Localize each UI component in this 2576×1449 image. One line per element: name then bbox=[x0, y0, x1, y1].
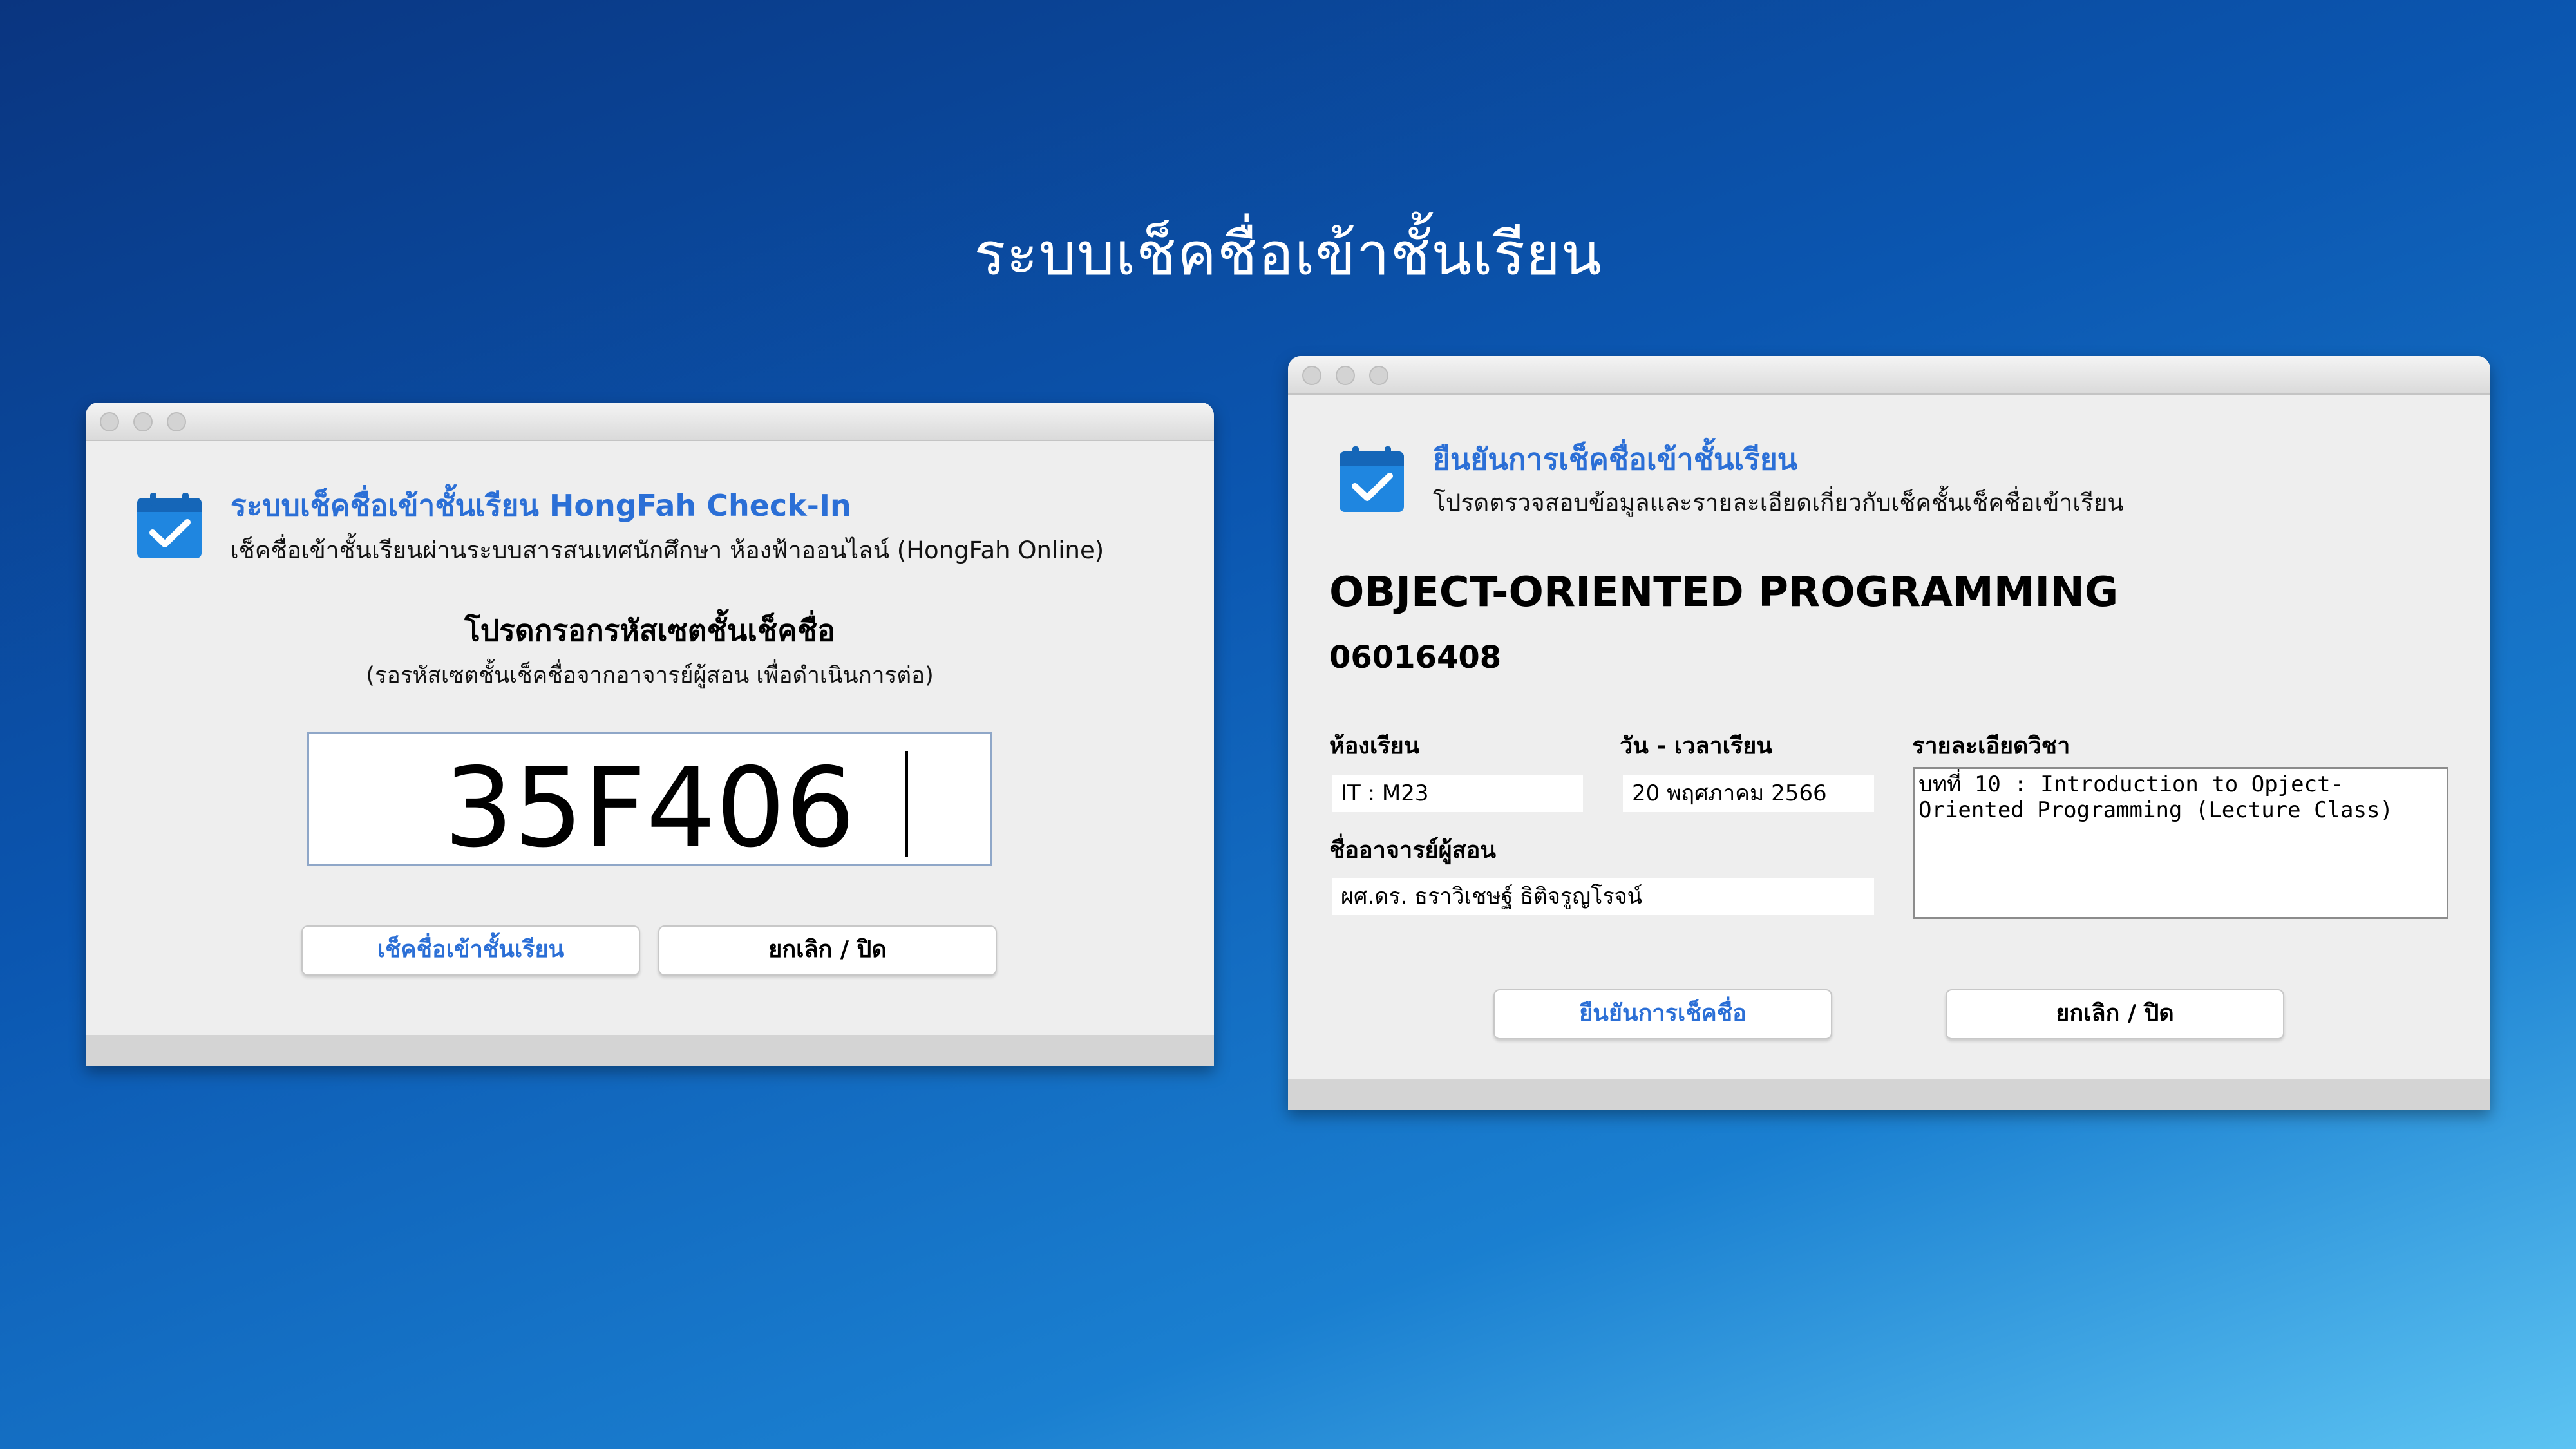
calendar-check-icon bbox=[1340, 446, 1404, 512]
details-label: รายละเอียดวิชา bbox=[1912, 733, 2070, 759]
checkin-button[interactable]: เช็คชื่อเข้าชั้นเรียน bbox=[301, 925, 640, 976]
datetime-label: วัน - เวลาเรียน bbox=[1620, 733, 1772, 759]
text-caret bbox=[905, 751, 908, 857]
code-prompt-note: (รอรหัสเซตชั้นเช็คชื่อจากอาจารย์ผู้สอน เ… bbox=[366, 663, 934, 688]
datetime-field: 20 พฤศภาคม 2566 bbox=[1623, 775, 1874, 812]
room-field: IT : M23 bbox=[1332, 775, 1583, 812]
minimize-window-button[interactable] bbox=[133, 412, 153, 431]
minimize-window-button[interactable] bbox=[1336, 366, 1355, 385]
window-header-title: ยืนยันการเช็คชื่อเข้าชั้นเรียน bbox=[1433, 442, 1798, 477]
instructor-label: ชื่ออาจารย์ผู้สอน bbox=[1329, 837, 1496, 864]
window-header-subtitle: โปรดตรวจสอบข้อมูลและรายละเอียดเกี่ยวกับเ… bbox=[1433, 489, 2124, 516]
confirm-window: ยืนยันการเช็คชื่อเข้าชั้นเรียน โปรดตรวจส… bbox=[1288, 356, 2490, 1110]
close-window-button[interactable] bbox=[1302, 366, 1321, 385]
course-details-textarea[interactable]: บทที่ 10 : Introduction to Opject-Orient… bbox=[1913, 767, 2448, 919]
checkin-window: ระบบเช็คชื่อเข้าชั้นเรียน HongFah Check-… bbox=[86, 402, 1214, 1066]
course-name: OBJECT-ORIENTED PROGRAMMING bbox=[1329, 569, 2119, 616]
maximize-window-button[interactable] bbox=[167, 412, 186, 431]
slide-title: ระบบเช็คชื่อเข้าชั้นเรียน bbox=[974, 220, 1602, 289]
code-prompt: โปรดกรอกรหัสเซตชั้นเช็คชื่อ bbox=[464, 613, 835, 648]
room-label: ห้องเรียน bbox=[1329, 733, 1420, 759]
cancel-close-button[interactable]: ยกเลิก / ปิด bbox=[658, 925, 997, 976]
instructor-field: ผศ.ดร. ธราวิเชษฐ์ ธิติจรูญโรจน์ bbox=[1332, 878, 1874, 915]
window-titlebar[interactable] bbox=[1288, 356, 2490, 395]
course-code: 06016408 bbox=[1329, 639, 1502, 676]
window-header-title: ระบบเช็คชื่อเข้าชั้นเรียน HongFah Check-… bbox=[231, 488, 851, 523]
window-footer bbox=[86, 1035, 1214, 1066]
maximize-window-button[interactable] bbox=[1369, 366, 1388, 385]
window-titlebar[interactable] bbox=[86, 402, 1214, 441]
window-header-subtitle: เช็คชื่อเข้าชั้นเรียนผ่านระบบสารสนเทศนัก… bbox=[231, 536, 1104, 564]
confirm-checkin-button[interactable]: ยืนยันการเช็คชื่อ bbox=[1493, 989, 1832, 1039]
checkin-code-input[interactable]: 35F406 bbox=[307, 732, 992, 872]
close-window-button[interactable] bbox=[100, 412, 119, 431]
calendar-check-icon bbox=[137, 493, 202, 558]
cancel-close-button[interactable]: ยกเลิก / ปิด bbox=[1946, 989, 2284, 1039]
checkin-code-value: 35F406 bbox=[444, 744, 855, 872]
window-footer bbox=[1288, 1079, 2490, 1110]
